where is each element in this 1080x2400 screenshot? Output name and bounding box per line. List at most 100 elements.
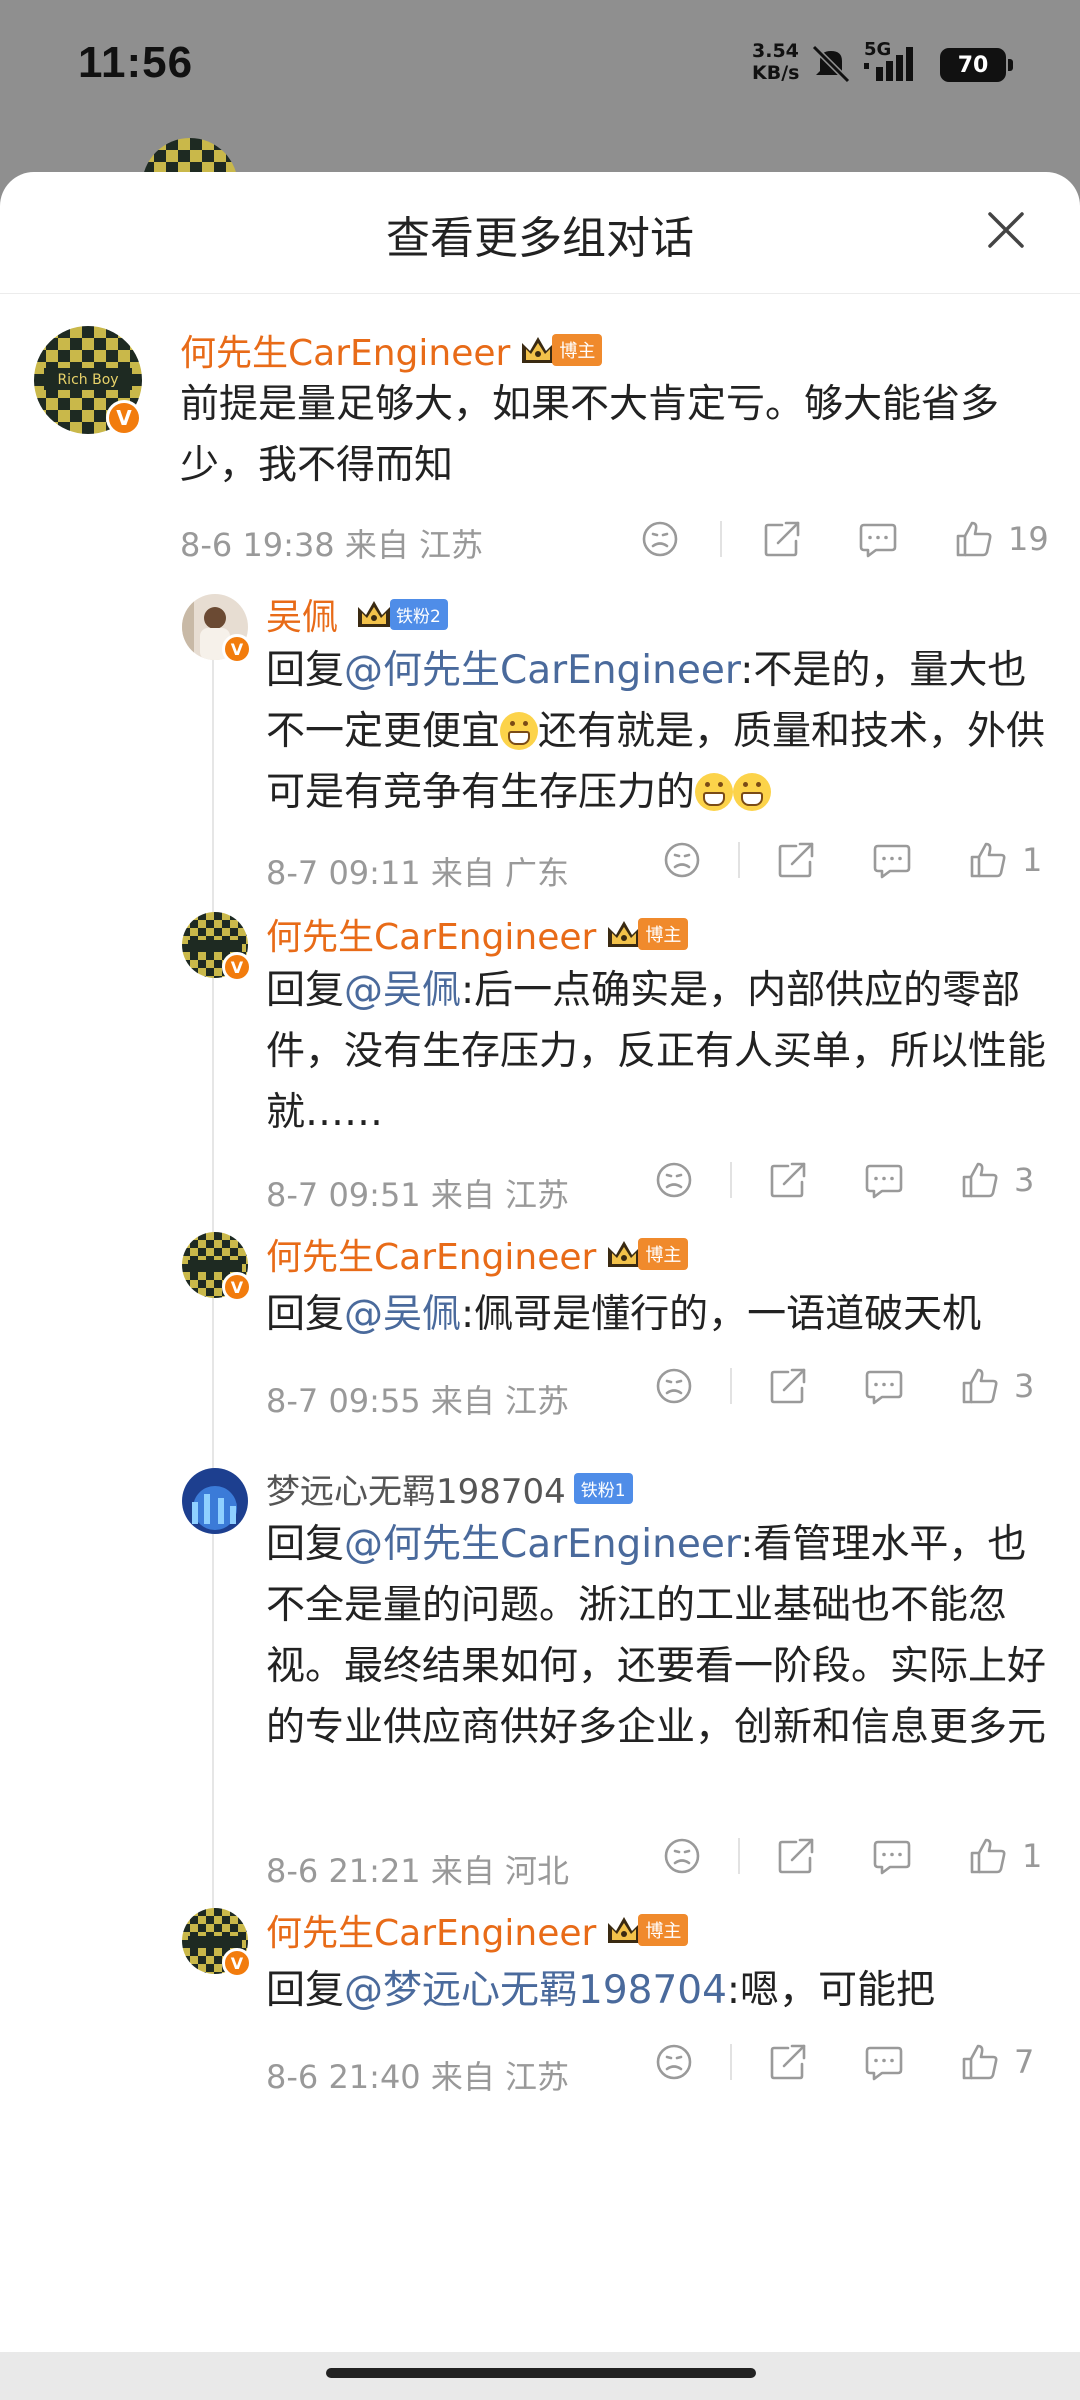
comment-text: 前提是量足够大，如果不大肯定亏。够大能省多少，我不得而知 bbox=[180, 382, 1000, 488]
username[interactable]: 何先生CarEngineer bbox=[180, 324, 510, 376]
home-indicator[interactable] bbox=[326, 2368, 756, 2378]
username[interactable]: 何先生CarEngineer bbox=[266, 908, 596, 960]
sheet-header: 查看更多组对话 bbox=[0, 172, 1080, 294]
dislike-icon[interactable] bbox=[662, 1836, 702, 1876]
comment-actions: 1 bbox=[662, 1836, 1042, 1876]
like-icon[interactable] bbox=[960, 1366, 1000, 1406]
mention-link[interactable]: @何先生CarEngineer bbox=[344, 648, 740, 693]
share-icon[interactable] bbox=[762, 519, 802, 559]
share-icon[interactable] bbox=[768, 1366, 808, 1406]
comment-actions: 3 bbox=[654, 1160, 1034, 1200]
like-count: 3 bbox=[1014, 1367, 1035, 1405]
verified-badge: V bbox=[222, 952, 252, 982]
comment-meta: 8-7 09:11 来自 广东 bbox=[266, 854, 570, 892]
comment-header: 吴佩 铁粉2 bbox=[266, 588, 448, 640]
comment-icon[interactable] bbox=[864, 2042, 904, 2082]
verified-badge: V bbox=[222, 1272, 252, 1302]
like-icon[interactable] bbox=[968, 840, 1008, 880]
fan-badge: 铁粉2 bbox=[390, 598, 448, 630]
bozhu-badge: 博主 bbox=[638, 1914, 689, 1946]
username[interactable]: 梦远心无羁198704 bbox=[266, 1464, 566, 1513]
mention-link[interactable]: @梦远心无羁198704 bbox=[344, 1968, 727, 2013]
share-icon[interactable] bbox=[776, 840, 816, 880]
comment-header: 梦远心无羁198704 铁粉1 bbox=[266, 1464, 633, 1513]
bozhu-badge: 博主 bbox=[638, 1238, 689, 1270]
divider bbox=[720, 521, 722, 557]
avatar-text: Rich Boy bbox=[57, 372, 118, 388]
like-icon[interactable] bbox=[960, 2042, 1000, 2082]
divider bbox=[730, 1162, 732, 1198]
reply-text: 回复@何先生CarEngineer:不是的，量大也不一定更便宜 还有就是，质量和技… bbox=[266, 648, 1046, 815]
username[interactable]: 吴佩 bbox=[266, 588, 338, 640]
like-icon[interactable] bbox=[960, 1160, 1000, 1200]
verified-badge: V bbox=[222, 634, 252, 664]
username[interactable]: 何先生CarEngineer bbox=[266, 1904, 596, 1956]
comment-header: 何先生CarEngineer 博主 bbox=[266, 1904, 689, 1956]
divider bbox=[730, 1368, 732, 1404]
like-count: 19 bbox=[1008, 520, 1049, 558]
close-icon[interactable] bbox=[982, 206, 1030, 254]
comment-header: 何先生CarEngineer 博主 bbox=[266, 1228, 689, 1280]
like-count: 7 bbox=[1014, 2043, 1035, 2081]
share-icon[interactable] bbox=[768, 1160, 808, 1200]
divider bbox=[738, 842, 740, 878]
reply-text: 回复@吴佩:后一点确实是，内部供应的零部件，没有生存压力，反正有人买单，所以性能… bbox=[266, 968, 1047, 1135]
signal-icon: 5G bbox=[862, 39, 922, 83]
comment-meta: 8-6 19:38 来自 江苏 bbox=[180, 526, 484, 564]
crown-icon bbox=[358, 601, 391, 627]
dislike-icon[interactable] bbox=[662, 840, 702, 880]
grin-emoji-icon bbox=[733, 773, 772, 811]
divider bbox=[730, 2044, 732, 2080]
comment-header: 何先生CarEngineer 博主 bbox=[180, 324, 603, 376]
avatar[interactable] bbox=[182, 1468, 248, 1534]
like-count: 1 bbox=[1022, 1837, 1043, 1875]
comment-icon[interactable] bbox=[864, 1366, 904, 1406]
thread-line bbox=[212, 632, 214, 1970]
comment-meta: 8-7 09:51 来自 江苏 bbox=[266, 1176, 570, 1214]
comment-actions: 19 bbox=[640, 519, 1049, 559]
comment-header: 何先生CarEngineer 博主 bbox=[266, 908, 689, 960]
divider bbox=[738, 1838, 740, 1874]
comment-icon[interactable] bbox=[872, 840, 912, 880]
sheet-title: 查看更多组对话 bbox=[386, 213, 694, 264]
reply-text: 回复@梦远心无羁198704:嗯，可能把 bbox=[266, 1968, 936, 2013]
mention-link[interactable]: @吴佩 bbox=[344, 968, 461, 1013]
comment-meta: 8-6 21:40 来自 江苏 bbox=[266, 2058, 570, 2096]
verified-badge: V bbox=[222, 1948, 252, 1978]
mention-link[interactable]: @何先生CarEngineer bbox=[344, 1522, 740, 1567]
reply-text: 回复@何先生CarEngineer:看管理水平，也不全是量的问题。浙江的工业基础… bbox=[266, 1522, 1047, 1750]
dislike-icon[interactable] bbox=[654, 2042, 694, 2082]
mute-icon bbox=[811, 44, 851, 83]
status-icons: 5G bbox=[810, 38, 922, 88]
dislike-icon[interactable] bbox=[654, 1160, 694, 1200]
share-icon[interactable] bbox=[776, 1836, 816, 1876]
username[interactable]: 何先生CarEngineer bbox=[266, 1228, 596, 1280]
mention-link[interactable]: @吴佩 bbox=[344, 1292, 461, 1337]
network-speed: 3.54 KB/s bbox=[752, 40, 800, 84]
like-count: 1 bbox=[1022, 841, 1043, 879]
bozhu-badge: 博主 bbox=[638, 918, 689, 950]
grin-emoji-icon bbox=[695, 773, 734, 811]
grin-emoji-icon bbox=[500, 712, 539, 750]
comment-actions: 7 bbox=[654, 2042, 1034, 2082]
like-count: 3 bbox=[1014, 1161, 1035, 1199]
comment-icon[interactable] bbox=[858, 519, 898, 559]
comment-icon[interactable] bbox=[872, 1836, 912, 1876]
dislike-icon[interactable] bbox=[640, 519, 680, 559]
verified-badge: V bbox=[106, 400, 142, 436]
bozhu-badge: 博主 bbox=[552, 334, 603, 366]
like-icon[interactable] bbox=[968, 1836, 1008, 1876]
comment-icon[interactable] bbox=[864, 1160, 904, 1200]
dislike-icon[interactable] bbox=[654, 1366, 694, 1406]
status-bar: 11:56 3.54 KB/s 5G 70 bbox=[0, 0, 1080, 130]
like-icon[interactable] bbox=[954, 519, 994, 559]
comment-meta: 8-7 09:55 来自 江苏 bbox=[266, 1382, 570, 1420]
status-time: 11:56 bbox=[78, 38, 194, 87]
comment-meta: 8-6 21:21 来自 河北 bbox=[266, 1852, 570, 1890]
fan-badge: 铁粉1 bbox=[573, 1473, 633, 1504]
comment-actions: 1 bbox=[662, 840, 1042, 880]
reply-text: 回复@吴佩:佩哥是懂行的，一语道破天机 bbox=[266, 1292, 982, 1337]
comment-actions: 3 bbox=[654, 1366, 1034, 1406]
share-icon[interactable] bbox=[768, 2042, 808, 2082]
battery-indicator: 70 bbox=[940, 48, 1013, 82]
